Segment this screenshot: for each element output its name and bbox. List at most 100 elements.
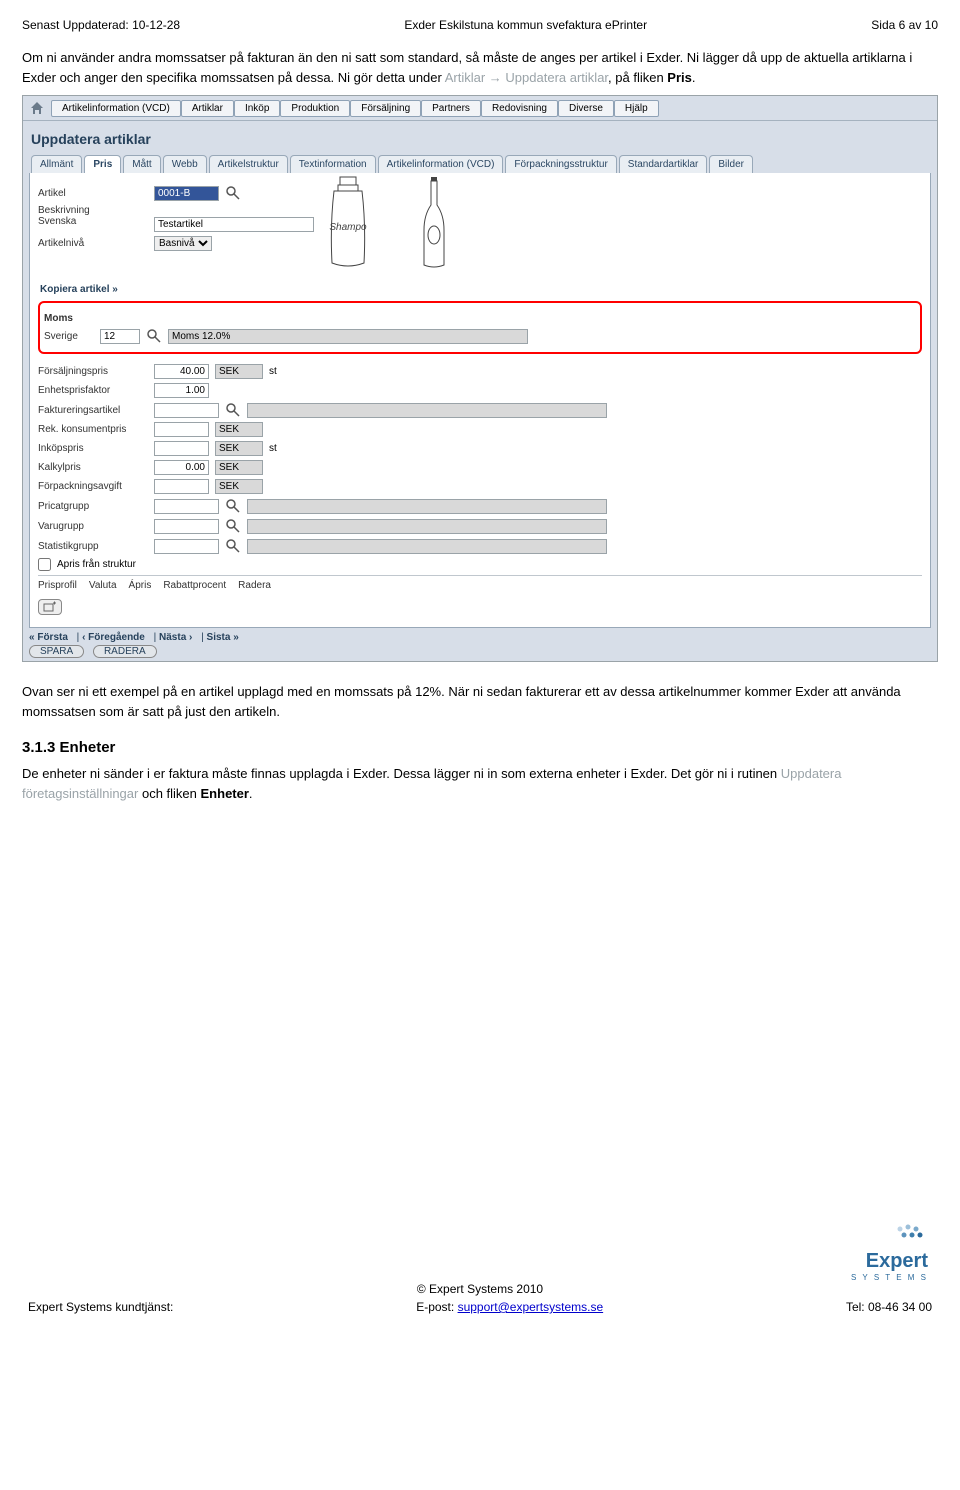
label-apris: Apris från struktur	[57, 559, 136, 570]
tab-m-tt[interactable]: Mått	[123, 155, 160, 173]
app-screenshot: Artikelinformation (VCD)ArtiklarInköpPro…	[22, 95, 938, 662]
checkbox-apris[interactable]	[38, 558, 51, 571]
after-paragraph: Ovan ser ni ett exempel på en artikel up…	[22, 682, 938, 721]
label-varugrupp: Varugrupp	[38, 521, 148, 532]
label-f-rpackningsavgift: Förpackningsavgift	[38, 481, 148, 492]
input-artikel[interactable]	[154, 186, 219, 201]
grid-header-rabattprocent: Rabattprocent	[163, 580, 226, 591]
input-statistikgrupp[interactable]	[154, 539, 219, 554]
section-heading: 3.1.3 Enheter	[22, 739, 938, 756]
input-ink-pspris[interactable]	[154, 441, 209, 456]
nav-prev[interactable]: ‹ Föregående	[82, 632, 145, 643]
menu-partners[interactable]: Partners	[421, 100, 481, 117]
add-row-button[interactable]	[38, 599, 62, 615]
input-svenska[interactable]	[154, 217, 314, 232]
grid-header-prisprofil: Prisprofil	[38, 580, 77, 591]
input-enhetsprisfaktor[interactable]	[154, 383, 209, 398]
label-faktureringsartikel: Faktureringsartikel	[38, 405, 148, 416]
input-kalkylpris[interactable]	[154, 460, 209, 475]
footer-right: Tel: 08-46 34 00	[846, 1300, 932, 1314]
label-statistikgrupp: Statistikgrupp	[38, 541, 148, 552]
label-artikel: Artikel	[38, 188, 148, 199]
price-grid-header: Prisprofil Valuta Ápris Rabattprocent Radera	[38, 575, 922, 595]
label-pricatgrupp: Pricatgrupp	[38, 501, 148, 512]
shampoo-bottle-icon: Shampo	[318, 175, 378, 270]
input-varugrupp[interactable]	[154, 519, 219, 534]
display-varugrupp	[247, 519, 607, 534]
delete-button[interactable]: RADERA	[93, 645, 157, 658]
section-paragraph: De enheter ni sänder i er faktura måste …	[22, 764, 938, 803]
wine-bottle-icon	[418, 175, 450, 270]
label-ink-pspris: Inköpspris	[38, 443, 148, 454]
grid-header--pris: Ápris	[129, 580, 152, 591]
search-icon[interactable]	[225, 518, 241, 534]
label-sverige: Sverige	[44, 331, 94, 342]
tab-standardartiklar[interactable]: Standardartiklar	[619, 155, 708, 173]
display-statistikgrupp	[247, 539, 607, 554]
input-f-rpackningsavgift[interactable]	[154, 479, 209, 494]
menubar: Artikelinformation (VCD)ArtiklarInköpPro…	[23, 96, 937, 121]
unit-kalkylpris	[215, 460, 263, 475]
unit-ink-pspris	[215, 441, 263, 456]
label-artikelniva: Artikelnivå	[38, 238, 148, 249]
search-icon[interactable]	[225, 538, 241, 554]
nav-first[interactable]: « Första	[29, 632, 68, 643]
tab-artikelstruktur[interactable]: Artikelstruktur	[209, 155, 288, 173]
menu-hj-lp[interactable]: Hjälp	[614, 100, 659, 117]
search-icon[interactable]	[225, 185, 241, 201]
tab-pris[interactable]: Pris	[84, 155, 121, 173]
label-beskrivning: Beskrivning Svenska	[38, 205, 148, 227]
grid-header-radera: Radera	[238, 580, 271, 591]
save-button[interactable]: SPARA	[29, 645, 84, 658]
suffix-f-rs-ljningspris: st	[269, 366, 277, 377]
select-artikelniva[interactable]: Basnivå	[154, 236, 212, 251]
svg-text:Shampo: Shampo	[329, 222, 367, 233]
tab-f-rpackningsstruktur[interactable]: Förpackningsstruktur	[505, 155, 616, 173]
search-icon[interactable]	[225, 402, 241, 418]
unit-rek-konsumentpris	[215, 422, 263, 437]
tab-artikelinformation-vcd-[interactable]: Artikelinformation (VCD)	[378, 155, 504, 173]
grid-header-valuta: Valuta	[89, 580, 117, 591]
menu-diverse[interactable]: Diverse	[558, 100, 614, 117]
search-icon[interactable]	[225, 498, 241, 514]
nav-last[interactable]: Sista »	[207, 632, 239, 643]
support-email-link[interactable]: support@expertsystems.se	[458, 1300, 604, 1314]
display-faktureringsartikel	[247, 403, 607, 418]
tab-textinformation[interactable]: Textinformation	[290, 155, 376, 173]
search-icon[interactable]	[146, 328, 162, 344]
display-pricatgrupp	[247, 499, 607, 514]
input-pricatgrupp[interactable]	[154, 499, 219, 514]
panel-title: Uppdatera artiklar	[29, 127, 931, 155]
header-center: Exder Eskilstuna kommun svefaktura ePrin…	[404, 18, 647, 32]
product-images: Shampo	[318, 175, 922, 270]
menu-artikelinformation-vcd-[interactable]: Artikelinformation (VCD)	[51, 100, 181, 117]
pager-nav: « Första | ‹ Föregående | Nästa › | Sist…	[23, 628, 937, 661]
tab-allm-nt[interactable]: Allmänt	[31, 155, 82, 173]
menu-produktion[interactable]: Produktion	[280, 100, 350, 117]
label-f-rs-ljningspris: Försäljningspris	[38, 366, 148, 377]
input-moms-code[interactable]	[100, 329, 140, 344]
copyright: © Expert Systems 2010	[22, 1282, 938, 1296]
header-right: Sida 6 av 10	[871, 18, 938, 32]
tab-bilder[interactable]: Bilder	[709, 155, 753, 173]
menu-redovisning[interactable]: Redovisning	[481, 100, 558, 117]
doc-header: Senast Uppdaterad: 10-12-28 Exder Eskils…	[22, 18, 938, 32]
link-kopiera-artikel[interactable]: Kopiera artikel »	[38, 280, 922, 299]
menu-artiklar[interactable]: Artiklar	[181, 100, 234, 117]
menu-f-rs-ljning[interactable]: Försäljning	[350, 100, 421, 117]
tab-webb[interactable]: Webb	[163, 155, 207, 173]
input-f-rs-ljningspris[interactable]	[154, 364, 209, 379]
home-icon[interactable]	[29, 100, 45, 116]
menu-ink-p[interactable]: Inköp	[234, 100, 280, 117]
header-left: Senast Uppdaterad: 10-12-28	[22, 18, 180, 32]
label-moms: Moms	[44, 313, 916, 324]
nav-next[interactable]: Nästa ›	[159, 632, 192, 643]
doc-footer: Expert S Y S T E M S © Expert Systems 20…	[22, 1223, 938, 1318]
expert-systems-logo: Expert S Y S T E M S	[818, 1223, 928, 1282]
input-faktureringsartikel[interactable]	[154, 403, 219, 418]
unit-f-rs-ljningspris	[215, 364, 263, 379]
label-rek-konsumentpris: Rek. konsumentpris	[38, 424, 148, 435]
input-moms-desc	[168, 329, 528, 344]
footer-left: Expert Systems kundtjänst:	[28, 1300, 173, 1314]
input-rek-konsumentpris[interactable]	[154, 422, 209, 437]
